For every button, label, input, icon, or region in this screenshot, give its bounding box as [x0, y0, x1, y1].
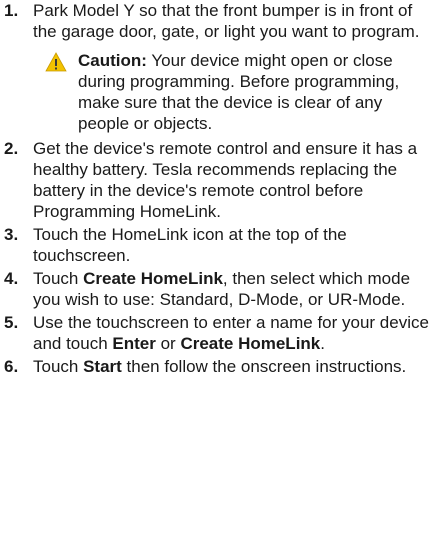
step-3: 3. Touch the HomeLink icon at the top of… — [0, 224, 429, 266]
step-text: Use the touchscreen to enter a name for … — [33, 312, 429, 354]
create-homelink-term: Create HomeLink — [180, 334, 321, 353]
step-text: Park Model Y so that the front bumper is… — [33, 1, 420, 41]
step-number: 3. — [4, 225, 19, 244]
step-text: Get the device's remote control and ensu… — [33, 139, 418, 221]
step-number: 1. — [4, 1, 19, 20]
step-text: Touch Create HomeLink, then select which… — [33, 268, 429, 310]
create-homelink-term: Create HomeLink — [83, 269, 223, 288]
step-6: 6. Touch Start then follow the onscreen … — [0, 356, 429, 377]
step-number: 6. — [4, 357, 19, 376]
caution-note: Caution: Your device might open or close… — [33, 50, 429, 134]
step-text: Touch the HomeLink icon at the top of th… — [33, 225, 347, 265]
start-term: Start — [83, 357, 122, 376]
step-text-post: then follow the onscreen instructions. — [121, 357, 407, 376]
caution-label: Caution: — [78, 51, 147, 70]
step-text-post: . — [320, 334, 325, 353]
step-text-pre: Touch — [33, 357, 84, 376]
step-1: 1. Park Model Y so that the front bumper… — [0, 0, 429, 134]
step-number: 4. — [4, 269, 19, 288]
programming-steps-list: 1. Park Model Y so that the front bumper… — [0, 0, 439, 377]
step-text: Touch Start then follow the onscreen ins… — [33, 356, 429, 377]
step-number: 5. — [4, 313, 19, 332]
step-2: 2. Get the device's remote control and e… — [0, 138, 429, 222]
enter-term: Enter — [112, 334, 156, 353]
step-5: 5. Use the touchscreen to enter a name f… — [0, 312, 429, 354]
step-number: 2. — [4, 139, 19, 158]
step-text-pre: Touch — [33, 269, 84, 288]
step-4: 4. Touch Create HomeLink, then select wh… — [0, 268, 429, 310]
warning-triangle-icon — [45, 52, 67, 72]
step-text-mid: or — [155, 334, 181, 353]
